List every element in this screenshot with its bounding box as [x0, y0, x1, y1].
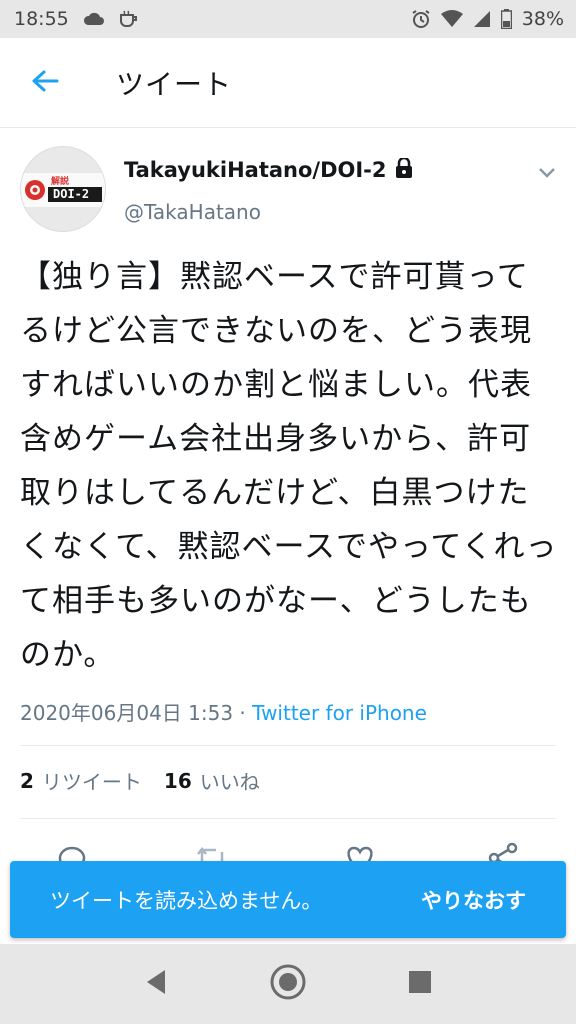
avatar-logo-text: DOI-2 — [53, 187, 90, 201]
error-snackbar: ツイートを読み込めません。 やりなおす — [10, 861, 566, 938]
tweet-timestamp: 2020年06月04日 1:53 — [20, 701, 234, 725]
nav-home-button[interactable] — [258, 954, 318, 1014]
square-recents-icon — [408, 970, 432, 998]
user-handle[interactable]: @TakaHatano — [124, 200, 261, 224]
tweet-text: 【独り言】黙認ベースで許可貰ってるけど公言できないのを、どう表現すればいいのか割… — [20, 259, 558, 673]
tweet-meta: 2020年06月04日 1:53 · Twitter for iPhone — [20, 697, 427, 726]
cup-icon — [119, 10, 139, 28]
status-time: 18:55 — [14, 8, 69, 30]
triangle-back-icon — [143, 968, 169, 1000]
nav-recents-button[interactable] — [390, 954, 450, 1014]
snackbar-message: ツイートを読み込めません。 — [50, 888, 323, 913]
circle-home-icon — [270, 964, 306, 1004]
wifi-icon — [440, 10, 463, 28]
name-row: TakayukiHatano/DOI-2 — [124, 156, 413, 182]
like-label[interactable]: いいね — [200, 766, 260, 795]
display-name[interactable]: TakayukiHatano/DOI-2 — [124, 158, 387, 182]
nav-back-button[interactable] — [126, 954, 186, 1014]
system-nav-bar — [0, 944, 576, 1024]
tweet-stats: 2 リツイート 16 いいね — [20, 766, 260, 795]
app-bar: ツイート — [0, 38, 576, 128]
avatar-logo-sub: 解説 — [51, 177, 70, 187]
back-button[interactable] — [10, 38, 80, 128]
meta-separator: · — [233, 701, 253, 725]
divider — [20, 818, 556, 819]
avatar-logo: 解説 DOI-2 — [21, 173, 105, 207]
cloud-icon — [83, 11, 105, 27]
battery-icon — [500, 9, 512, 29]
alarm-icon — [411, 9, 431, 29]
lock-icon — [395, 156, 413, 182]
battery-percent: 38% — [521, 8, 564, 30]
retry-button[interactable]: やりなおす — [421, 885, 526, 915]
tweet-source-link[interactable]: Twitter for iPhone — [252, 701, 427, 725]
arrow-left-icon — [31, 69, 59, 97]
tweet-menu-button[interactable] — [538, 164, 556, 183]
tweet-header: 解説 DOI-2 TakayukiHatano/DOI-2 @TakaHatan… — [0, 128, 576, 238]
retweet-label[interactable]: リツイート — [42, 766, 142, 795]
chevron-down-icon — [538, 164, 556, 183]
status-bar: 18:55 38% — [0, 0, 576, 38]
signal-icon — [473, 10, 491, 28]
like-count[interactable]: 16 — [164, 769, 192, 793]
retweet-count[interactable]: 2 — [20, 769, 34, 793]
page-title: ツイート — [116, 67, 233, 101]
divider — [20, 745, 556, 746]
avatar[interactable]: 解説 DOI-2 — [20, 146, 106, 232]
